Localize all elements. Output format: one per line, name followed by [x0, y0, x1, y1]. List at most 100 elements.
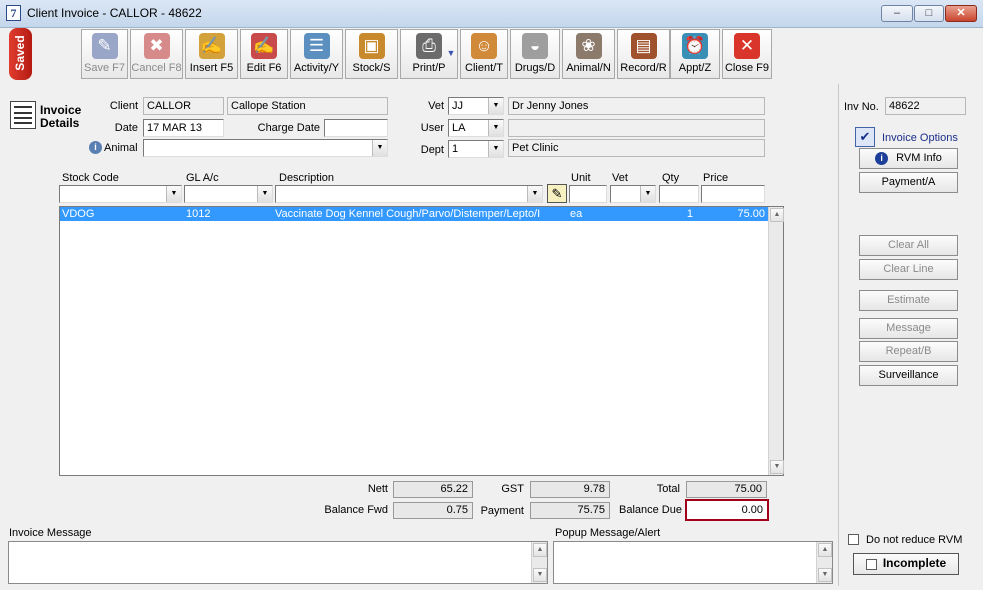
- scroll-down-icon[interactable]: ▼: [533, 568, 547, 582]
- chevron-down-icon[interactable]: ▼: [527, 186, 542, 202]
- close-toolbar-button[interactable]: ✕ Close F9: [722, 29, 772, 79]
- maximize-button[interactable]: □: [914, 5, 944, 22]
- vet-name-field: Dr Jenny Jones: [508, 97, 765, 115]
- nett-value: 65.22: [393, 481, 473, 498]
- cancel-toolbar-label: Cancel F8: [131, 62, 182, 74]
- record-toolbar-button[interactable]: ▤ Record/R: [617, 29, 670, 79]
- appt-toolbar-label: Appt/Z: [678, 62, 712, 74]
- pen-icon: ✎: [91, 33, 118, 59]
- record-toolbar-label: Record/R: [620, 62, 667, 74]
- rvm-info-button[interactable]: i RVM Info: [859, 148, 958, 169]
- stock-code-combo[interactable]: ▼: [59, 185, 182, 203]
- chevron-down-icon[interactable]: ▼: [257, 186, 272, 202]
- chevron-down-icon[interactable]: ▼: [488, 141, 503, 157]
- saved-badge-label: Saved: [13, 35, 27, 71]
- payment-button[interactable]: Payment/A: [859, 172, 958, 193]
- line-gl: 1012: [186, 208, 211, 220]
- surveillance-button[interactable]: Surveillance: [859, 365, 958, 386]
- incomplete-checkbox[interactable]: [865, 558, 877, 570]
- invoice-lines-grid[interactable]: [59, 206, 784, 476]
- vet-label: Vet: [428, 100, 444, 112]
- qty-field[interactable]: [659, 185, 699, 203]
- chevron-down-icon[interactable]: ▼: [372, 140, 387, 156]
- print-dropdown-icon[interactable]: ▼: [446, 48, 456, 58]
- invoice-document-icon: [10, 101, 36, 129]
- total-label: Total: [656, 483, 680, 495]
- scroll-up-icon[interactable]: ▲: [533, 543, 547, 557]
- close-circle-icon: ✕: [734, 33, 760, 59]
- print-toolbar-label: Print/P: [412, 62, 446, 74]
- dept-combo[interactable]: 1 ▼: [448, 140, 504, 158]
- pill-icon: ◒: [522, 33, 548, 59]
- total-value: 75.00: [686, 481, 767, 498]
- popup-message-scrollbar[interactable]: ▲ ▼: [816, 542, 832, 583]
- dog-icon: ❀: [575, 33, 602, 59]
- do-not-reduce-rvm-checkbox[interactable]: [848, 534, 859, 545]
- message-button[interactable]: Message: [859, 318, 958, 339]
- animal-toolbar-button[interactable]: ❀ Animal/N: [562, 29, 615, 79]
- scroll-down-icon[interactable]: ▼: [770, 460, 784, 474]
- table-row[interactable]: VDOG 1012 Vaccinate Dog Kennel Cough/Par…: [60, 207, 768, 221]
- client-code-field[interactable]: CALLOR: [143, 97, 224, 115]
- edit-toolbar-label: Edit F6: [246, 62, 282, 74]
- grid-scrollbar[interactable]: ▲ ▼: [768, 207, 784, 475]
- vet-combo[interactable]: JJ ▼: [448, 97, 504, 115]
- scroll-down-icon[interactable]: ▼: [818, 568, 832, 582]
- info-icon: i: [875, 151, 889, 165]
- user-combo[interactable]: LA ▼: [448, 119, 504, 137]
- balance-fwd-value: 0.75: [393, 502, 473, 519]
- line-qty: 1: [686, 208, 693, 220]
- repeat-button[interactable]: Repeat/B: [859, 341, 958, 362]
- do-not-reduce-rvm-label: Do not reduce RVM: [866, 534, 963, 546]
- drugs-toolbar-button[interactable]: ◒ Drugs/D: [510, 29, 560, 79]
- clear-all-button[interactable]: Clear All: [859, 235, 958, 256]
- chevron-down-icon[interactable]: ▼: [488, 98, 503, 114]
- record-book-icon: ▤: [630, 33, 657, 59]
- app-icon: 7: [6, 5, 21, 21]
- stock-toolbar-button[interactable]: ▣ Stock/S: [345, 29, 398, 79]
- close-toolbar-label: Close F9: [724, 62, 770, 74]
- client-name-field: Callope Station: [227, 97, 388, 115]
- scroll-icon: ☰: [303, 33, 330, 59]
- animal-combo[interactable]: ▼: [143, 139, 388, 157]
- insert-toolbar-button[interactable]: ✍ Insert F5: [185, 29, 238, 79]
- scroll-up-icon[interactable]: ▲: [818, 543, 832, 557]
- animal-info-icon[interactable]: i: [89, 141, 102, 154]
- charge-date-field[interactable]: [324, 119, 388, 137]
- window-close-button[interactable]: ✕: [945, 5, 977, 22]
- chevron-down-icon[interactable]: ▼: [640, 186, 655, 202]
- unit-field[interactable]: [569, 185, 607, 203]
- save-toolbar-button[interactable]: ✎ Save F7: [81, 29, 128, 79]
- price-field[interactable]: [701, 185, 765, 203]
- client-toolbar-button[interactable]: ☺ Client/T: [460, 29, 508, 79]
- animal-toolbar-label: Animal/N: [566, 62, 611, 74]
- activity-toolbar-button[interactable]: ☰ Activity/Y: [290, 29, 343, 79]
- vet-col-combo[interactable]: ▼: [610, 185, 656, 203]
- incomplete-toggle[interactable]: Incomplete: [853, 553, 959, 575]
- gl-combo[interactable]: ▼: [184, 185, 273, 203]
- inv-no-label: Inv No.: [844, 101, 879, 113]
- stock-toolbar-label: Stock/S: [352, 62, 391, 74]
- appt-toolbar-button[interactable]: ⏰ Appt/Z: [670, 29, 720, 79]
- cancel-toolbar-button[interactable]: ✖ Cancel F8: [130, 29, 183, 79]
- invoice-options-link[interactable]: Invoice Options: [882, 132, 958, 144]
- chevron-down-icon[interactable]: ▼: [166, 186, 181, 202]
- scroll-up-icon[interactable]: ▲: [770, 208, 784, 222]
- invoice-options-icon[interactable]: ✔: [855, 127, 875, 147]
- edit-description-icon[interactable]: ✎: [547, 184, 567, 203]
- edit-toolbar-button[interactable]: ✍ Edit F6: [240, 29, 288, 79]
- gst-label: GST: [501, 483, 524, 495]
- user-label: User: [420, 122, 444, 134]
- invoice-message-textarea[interactable]: [8, 541, 548, 584]
- payment-label: Payment: [480, 505, 524, 517]
- description-combo[interactable]: ▼: [275, 185, 543, 203]
- date-field[interactable]: 17 MAR 13: [143, 119, 224, 137]
- stock-code-header: Stock Code: [62, 172, 119, 184]
- minimize-button[interactable]: –: [881, 5, 913, 22]
- user-name-field: [508, 119, 765, 137]
- chevron-down-icon[interactable]: ▼: [488, 120, 503, 136]
- clear-line-button[interactable]: Clear Line: [859, 259, 958, 280]
- estimate-button[interactable]: Estimate: [859, 290, 958, 311]
- invoice-message-scrollbar[interactable]: ▲ ▼: [531, 542, 547, 583]
- popup-message-textarea[interactable]: [553, 541, 833, 584]
